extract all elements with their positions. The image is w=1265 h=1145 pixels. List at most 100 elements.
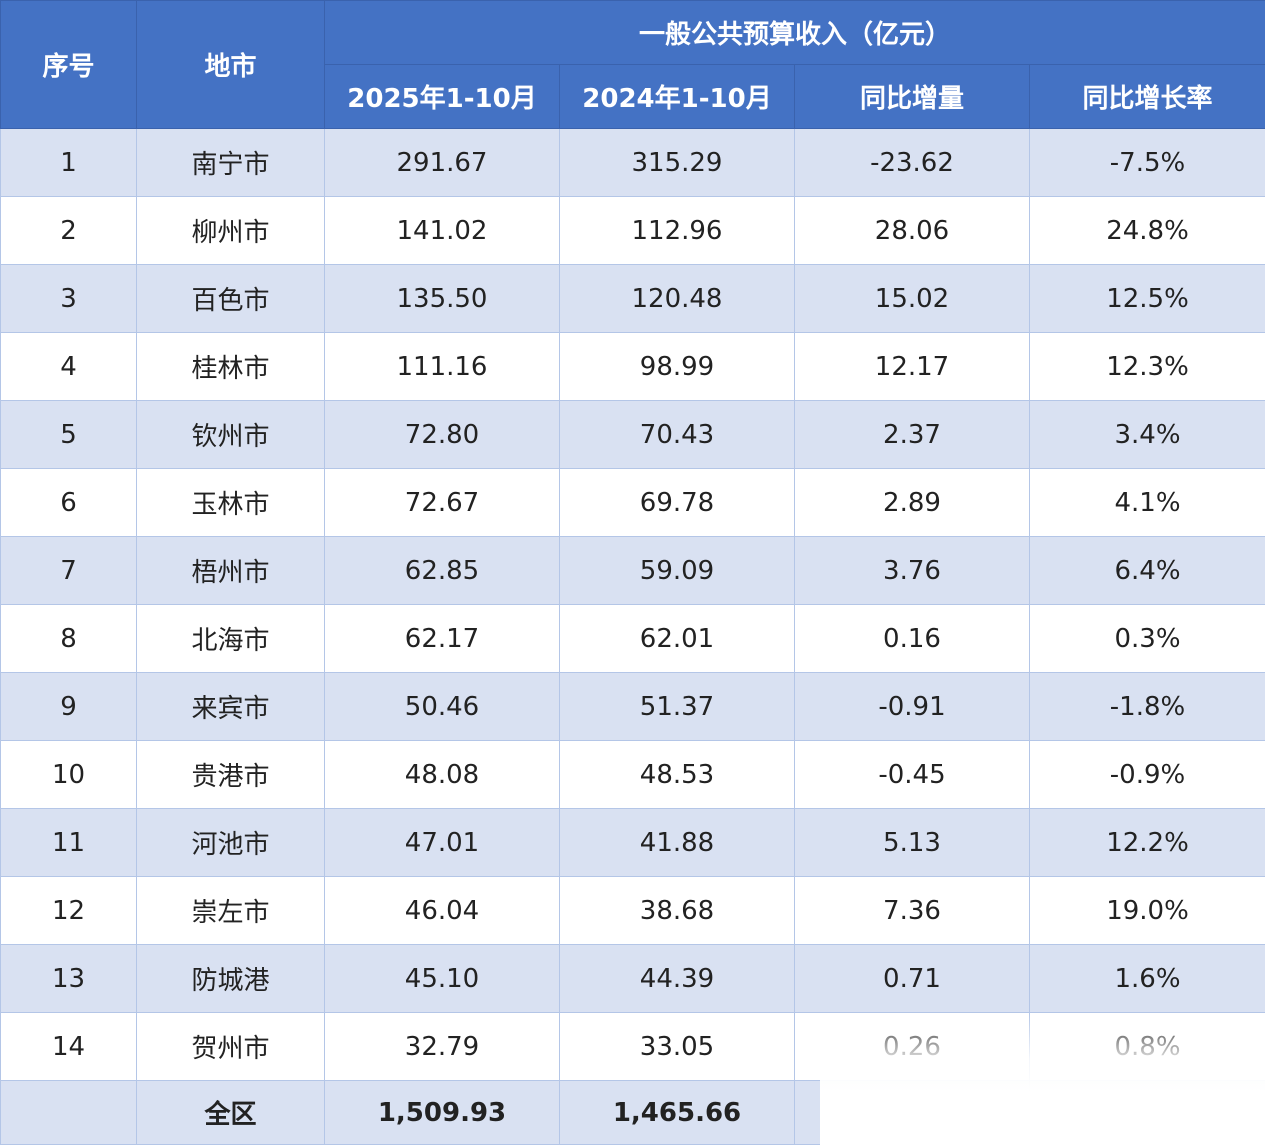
cell-city: 崇左市 [136, 876, 325, 945]
cell-2024: 33.05 [559, 1012, 795, 1081]
cell-2025: 72.67 [324, 468, 560, 537]
cell-increment: -0.91 [794, 672, 1030, 741]
cell-2025: 291.67 [324, 128, 560, 197]
cell-city: 南宁市 [136, 128, 325, 197]
cell-increment: 12.17 [794, 332, 1030, 401]
table-row: 9 来宾市 50.46 51.37 -0.91 -1.8% [0, 672, 1265, 741]
cell-2025: 48.08 [324, 740, 560, 809]
total-row: 全区 1,509.93 1,465.66 [0, 1080, 1265, 1145]
cell-increment: 5.13 [794, 808, 1030, 877]
total-index-cell [0, 1080, 137, 1145]
cell-city: 百色市 [136, 264, 325, 333]
total-label: 全区 [136, 1080, 325, 1145]
table-header: 序号 地市 一般公共预算收入（亿元） 2025年1-10月 2024年1-10月… [0, 0, 1265, 129]
cell-city: 北海市 [136, 604, 325, 673]
table-row: 3 百色市 135.50 120.48 15.02 12.5% [0, 264, 1265, 333]
cell-index: 11 [0, 808, 137, 877]
table-row: 1 南宁市 291.67 315.29 -23.62 -7.5% [0, 128, 1265, 197]
cell-city: 来宾市 [136, 672, 325, 741]
cell-growth-rate: 24.8% [1028, 196, 1265, 265]
cell-2024: 70.43 [559, 400, 795, 469]
cell-growth-rate: 4.1% [1028, 468, 1265, 537]
cell-2025: 46.04 [324, 876, 560, 945]
cell-increment: 2.37 [794, 400, 1030, 469]
table-row: 6 玉林市 72.67 69.78 2.89 4.1% [0, 468, 1265, 537]
cell-2025: 62.17 [324, 604, 560, 673]
cell-2024: 315.29 [559, 128, 795, 197]
cell-2024: 69.78 [559, 468, 795, 537]
cell-increment: -23.62 [794, 128, 1030, 197]
cell-city: 贺州市 [136, 1012, 325, 1081]
header-index: 序号 [0, 0, 137, 129]
cell-city: 贵港市 [136, 740, 325, 809]
cell-index: 12 [0, 876, 137, 945]
cell-index: 9 [0, 672, 137, 741]
cell-index: 7 [0, 536, 137, 605]
header-2024: 2024年1-10月 [559, 64, 795, 129]
cell-city: 防城港 [136, 944, 325, 1013]
cell-increment: 0.26 [794, 1012, 1030, 1081]
cell-city: 桂林市 [136, 332, 325, 401]
cell-index: 14 [0, 1012, 137, 1081]
header-row-top: 序号 地市 一般公共预算收入（亿元） [0, 0, 1265, 129]
cell-2024: 98.99 [559, 332, 795, 401]
cell-index: 2 [0, 196, 137, 265]
cell-2024: 112.96 [559, 196, 795, 265]
cell-index: 8 [0, 604, 137, 673]
cell-city: 梧州市 [136, 536, 325, 605]
cell-2025: 32.79 [324, 1012, 560, 1081]
header-group: 一般公共预算收入（亿元） [323, 0, 1265, 65]
cell-2024: 41.88 [559, 808, 795, 877]
table-row: 7 梧州市 62.85 59.09 3.76 6.4% [0, 536, 1265, 605]
table-row: 10 贵港市 48.08 48.53 -0.45 -0.9% [0, 740, 1265, 809]
cell-increment: 0.71 [794, 944, 1030, 1013]
cell-increment: 0.16 [794, 604, 1030, 673]
cell-index: 5 [0, 400, 137, 469]
cell-increment: -0.45 [794, 740, 1030, 809]
cell-increment: 2.89 [794, 468, 1030, 537]
cell-index: 13 [0, 944, 137, 1013]
cell-increment: 7.36 [794, 876, 1030, 945]
table-row: 2 柳州市 141.02 112.96 28.06 24.8% [0, 196, 1265, 265]
table-row: 11 河池市 47.01 41.88 5.13 12.2% [0, 808, 1265, 877]
cell-2025: 50.46 [324, 672, 560, 741]
cell-growth-rate: 0.3% [1028, 604, 1265, 673]
cell-growth-rate: -0.9% [1028, 740, 1265, 809]
header-growth-rate: 同比增长率 [1028, 64, 1265, 129]
table-row: 8 北海市 62.17 62.01 0.16 0.3% [0, 604, 1265, 673]
budget-revenue-table: 序号 地市 一般公共预算收入（亿元） 2025年1-10月 2024年1-10月… [0, 0, 1265, 1145]
cell-growth-rate: 1.6% [1028, 944, 1265, 1013]
cell-2025: 62.85 [324, 536, 560, 605]
cell-2025: 45.10 [324, 944, 560, 1013]
cell-2024: 62.01 [559, 604, 795, 673]
cell-growth-rate: 6.4% [1028, 536, 1265, 605]
cell-growth-rate: 12.5% [1028, 264, 1265, 333]
cell-2024: 51.37 [559, 672, 795, 741]
cell-city: 柳州市 [136, 196, 325, 265]
table-row: 14 贺州市 32.79 33.05 0.26 0.8% [0, 1012, 1265, 1081]
header-2025: 2025年1-10月 [324, 64, 560, 129]
cell-2025: 141.02 [324, 196, 560, 265]
table-row: 4 桂林市 111.16 98.99 12.17 12.3% [0, 332, 1265, 401]
cell-city: 钦州市 [136, 400, 325, 469]
table-body: 1 南宁市 291.67 315.29 -23.62 -7.5% 2 柳州市 1… [0, 128, 1265, 1145]
cell-2024: 48.53 [559, 740, 795, 809]
cell-2024: 38.68 [559, 876, 795, 945]
cell-index: 10 [0, 740, 137, 809]
cell-city: 河池市 [136, 808, 325, 877]
cell-2024: 44.39 [559, 944, 795, 1013]
table-row: 13 防城港 45.10 44.39 0.71 1.6% [0, 944, 1265, 1013]
cell-2024: 120.48 [559, 264, 795, 333]
cell-city: 玉林市 [136, 468, 325, 537]
cell-2025: 47.01 [324, 808, 560, 877]
header-increment: 同比增量 [794, 64, 1030, 129]
table-row: 5 钦州市 72.80 70.43 2.37 3.4% [0, 400, 1265, 469]
cell-growth-rate: -1.8% [1028, 672, 1265, 741]
cell-2025: 72.80 [324, 400, 560, 469]
total-increment [794, 1080, 1030, 1145]
cell-increment: 15.02 [794, 264, 1030, 333]
cell-growth-rate: 3.4% [1028, 400, 1265, 469]
cell-growth-rate: 12.3% [1028, 332, 1265, 401]
cell-index: 3 [0, 264, 137, 333]
cell-2025: 111.16 [324, 332, 560, 401]
